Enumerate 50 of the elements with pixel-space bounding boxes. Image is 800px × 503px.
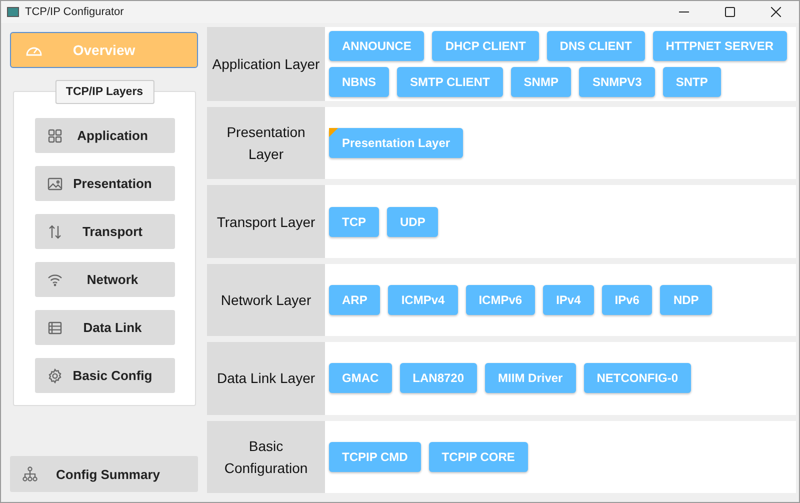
layer-name: Data Link Layer (207, 342, 325, 415)
layer-nav-button[interactable]: Presentation (34, 166, 174, 201)
module-button[interactable]: TCP (329, 206, 379, 237)
module-button[interactable]: NDP (660, 285, 712, 316)
module-button[interactable]: TCPIP CMD (329, 442, 421, 472)
gear-icon (46, 368, 62, 384)
layer-name: Presentation Layer (207, 107, 325, 180)
module-button[interactable]: LAN8720 (400, 363, 478, 394)
module-button[interactable]: NBNS (329, 67, 390, 97)
module-button[interactable]: SNMP (510, 67, 572, 97)
layer-nav-button[interactable]: Data Link (34, 310, 174, 345)
image-icon (46, 176, 62, 192)
layer-nav-button[interactable]: Transport (34, 214, 174, 249)
module-button[interactable]: DHCP CLIENT (432, 31, 539, 61)
list-icon (46, 320, 62, 336)
maximize-icon (725, 7, 735, 17)
hierarchy-icon (22, 466, 38, 482)
app-icon (7, 7, 19, 17)
layer-nav-button[interactable]: Application (34, 118, 174, 153)
layer-name: Network Layer (207, 264, 325, 336)
module-button[interactable]: ICMPv4 (388, 285, 458, 316)
module-button[interactable]: IPv4 (543, 285, 594, 316)
module-button[interactable]: ICMPv6 (466, 285, 536, 316)
module-button[interactable]: DNS CLIENT (546, 31, 645, 61)
module-button[interactable]: IPv6 (602, 285, 652, 316)
layer-nav-button[interactable]: Network (34, 262, 174, 297)
layer-name: Transport Layer (207, 185, 325, 258)
layer-name: Application Layer (207, 27, 325, 101)
close-icon (771, 7, 781, 17)
module-button[interactable]: SNTP (662, 67, 721, 97)
module-button[interactable]: HTTPNET SERVER (652, 31, 787, 61)
config-summary-button[interactable]: Config Summary (10, 456, 198, 492)
window-title: TCP/IP Configurator (25, 6, 125, 18)
up-down-arrows-icon (46, 224, 62, 240)
module-button[interactable]: GMAC (329, 363, 392, 394)
layer-name: Basic Configuration (207, 420, 325, 494)
overview-button[interactable]: Overview (10, 32, 198, 68)
wifi-icon (46, 272, 62, 288)
module-button[interactable]: ARP (329, 285, 380, 316)
module-button[interactable]: TCPIP CORE (428, 442, 528, 472)
module-button[interactable]: ANNOUNCE (329, 31, 424, 61)
module-button[interactable]: UDP (387, 206, 438, 237)
module-button[interactable]: Presentation Layer (329, 128, 464, 158)
grid-icon (46, 128, 62, 144)
module-button[interactable]: SNMPV3 (579, 67, 655, 97)
module-button[interactable]: MIIM Driver (485, 363, 576, 394)
panel-title: TCP/IP Layers (54, 80, 154, 104)
layer-nav-button[interactable]: Basic Config (34, 358, 174, 393)
module-button[interactable]: SMTP CLIENT (397, 67, 503, 97)
module-button[interactable]: NETCONFIG-0 (584, 363, 692, 394)
